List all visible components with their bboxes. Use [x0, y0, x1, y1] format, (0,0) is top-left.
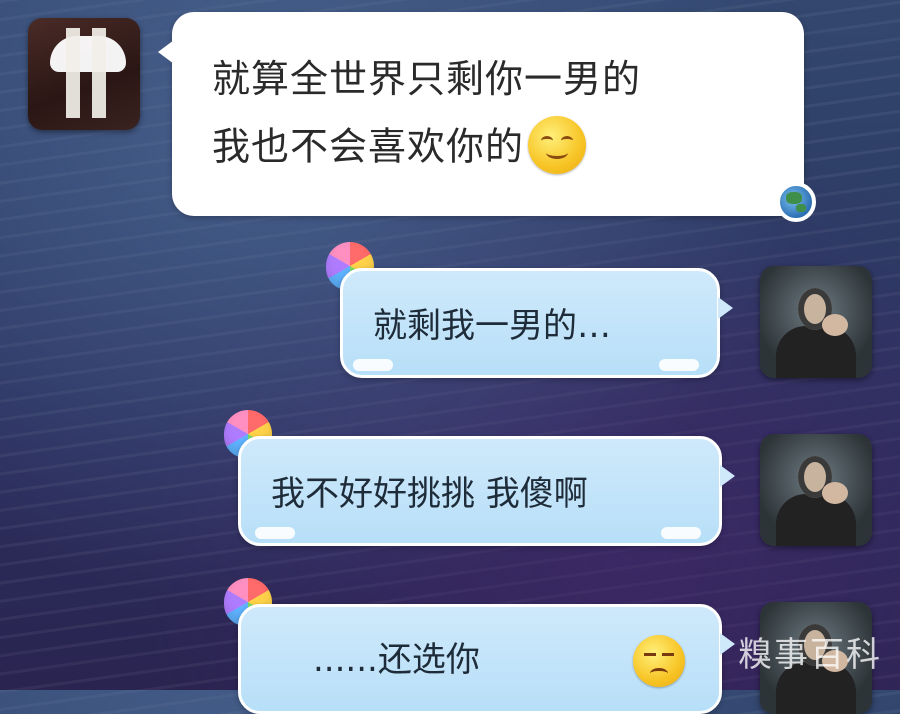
cloud-decoration: [255, 527, 295, 539]
message-text: 就剩我一男的…: [373, 306, 611, 346]
message-text: 我不好好挑挑 我傻啊: [271, 474, 588, 514]
avatar-photo-detail: [776, 494, 856, 546]
incoming-message-bubble[interactable]: 就算全世界只剩你一男的 我也不会喜欢你的: [158, 12, 804, 216]
avatar-photo-detail: [776, 326, 856, 378]
outgoing-message-bubble[interactable]: 就剩我一男的…: [340, 268, 733, 378]
avatar-photo-detail: [822, 314, 848, 336]
message-text: 我也不会喜欢你的: [212, 124, 525, 169]
avatar-photo-detail: [58, 28, 118, 118]
message-text-line: 就算全世界只剩你一男的: [212, 57, 642, 101]
unamused-face-icon: [633, 635, 685, 687]
outgoing-message-bubble[interactable]: ......还选你: [238, 604, 735, 714]
message-text: ......还选你: [313, 640, 480, 680]
user-avatar[interactable]: [760, 434, 872, 546]
watermark: 糗事百科: [738, 635, 882, 675]
cloud-decoration: [661, 527, 701, 539]
user-avatar[interactable]: [760, 266, 872, 378]
globe-icon: [776, 182, 816, 222]
cloud-decoration: [353, 359, 393, 371]
avatar-photo-detail: [822, 482, 848, 504]
sender-avatar[interactable]: [28, 18, 140, 130]
outgoing-message-bubble[interactable]: 我不好好挑挑 我傻啊: [238, 436, 735, 546]
message-text-line: 我也不会喜欢你的: [212, 116, 587, 174]
smiling-face-icon: [528, 116, 587, 174]
cloud-decoration: [659, 359, 699, 371]
